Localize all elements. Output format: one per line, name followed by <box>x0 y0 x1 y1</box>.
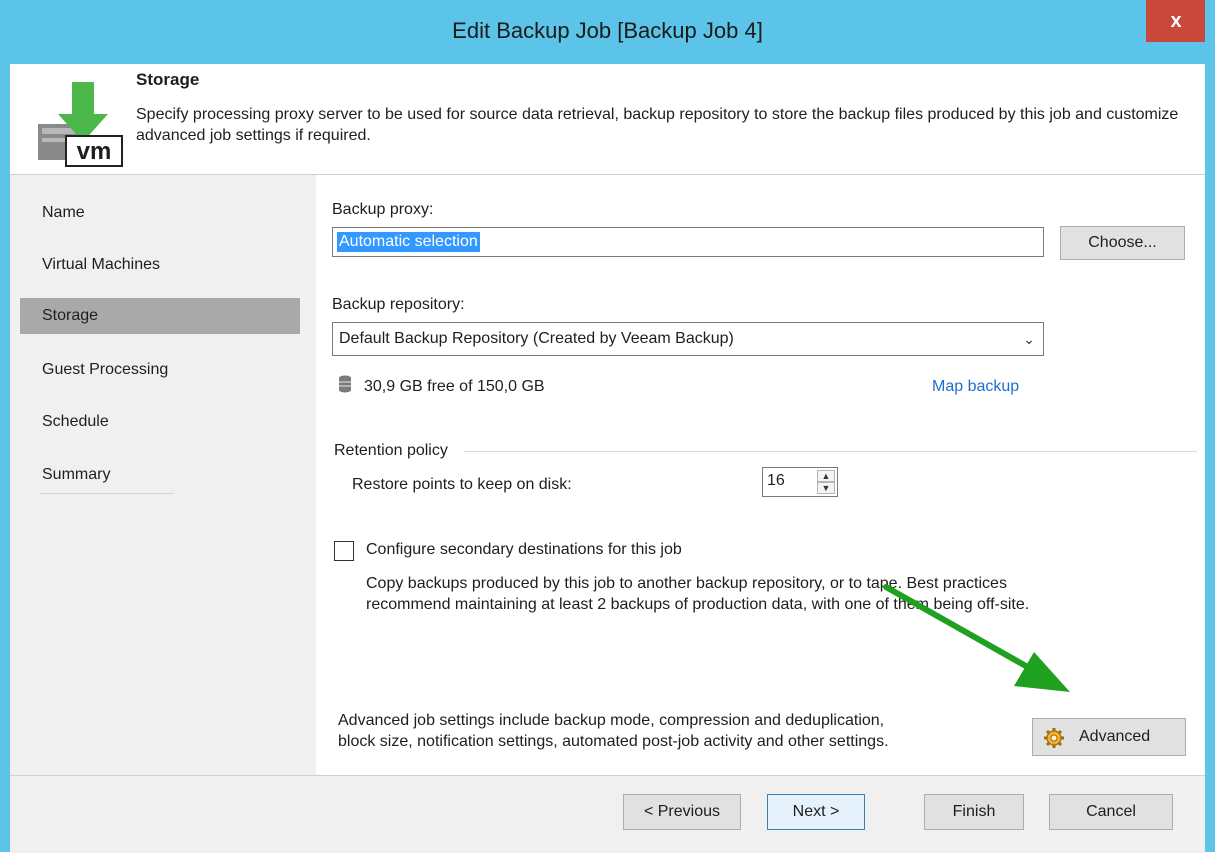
storage-panel: Backup proxy: Automatic selection Choose… <box>316 175 1205 775</box>
retention-group-line <box>464 451 1197 452</box>
vm-download-icon: vm <box>38 82 123 167</box>
title-bar[interactable]: Edit Backup Job [Backup Job 4] x <box>0 0 1215 64</box>
svg-text:vm: vm <box>77 138 112 165</box>
restore-points-value: 16 <box>767 472 785 489</box>
advanced-button-label: Advanced <box>1079 728 1151 745</box>
step-schedule[interactable]: Schedule <box>30 404 300 440</box>
wizard-steps: Name Virtual Machines Storage Guest Proc… <box>10 175 300 775</box>
wizard-header: vm Storage Specify processing proxy serv… <box>10 64 1205 175</box>
secondary-destinations-description: Copy backups produced by this job to ano… <box>366 573 1029 615</box>
advanced-settings-description: Advanced job settings include backup mod… <box>338 710 889 752</box>
window-border-right <box>1205 0 1215 852</box>
dialog-window: Edit Backup Job [Backup Job 4] x vm Stor… <box>0 0 1215 853</box>
previous-button[interactable]: < Previous <box>623 794 741 830</box>
secondary-destinations-label[interactable]: Configure secondary destinations for thi… <box>366 541 682 559</box>
chevron-down-icon: ⌄ <box>1023 331 1035 347</box>
repository-free-space: 30,9 GB free of 150,0 GB <box>364 378 545 395</box>
step-storage[interactable]: Storage <box>20 298 300 334</box>
restore-points-stepper[interactable]: 16 ▲ ▼ <box>762 467 838 497</box>
stepper-up-icon[interactable]: ▲ <box>817 470 835 482</box>
backup-repository-select[interactable]: Default Backup Repository (Created by Ve… <box>332 322 1044 356</box>
choose-proxy-button[interactable]: Choose... <box>1060 226 1185 260</box>
advanced-desc-line-1: Advanced job settings include backup mod… <box>338 712 885 729</box>
database-icon <box>339 375 351 393</box>
header-title: Storage <box>136 70 200 89</box>
next-button[interactable]: Next > <box>767 794 865 830</box>
wizard-footer: < Previous Next > Finish Cancel <box>10 775 1205 853</box>
step-virtual-machines[interactable]: Virtual Machines <box>30 247 300 283</box>
header-description: Specify processing proxy server to be us… <box>136 106 1179 144</box>
retention-policy-label: Retention policy <box>334 442 448 459</box>
step-guest-processing[interactable]: Guest Processing <box>30 352 300 388</box>
finish-button[interactable]: Finish <box>924 794 1024 830</box>
backup-proxy-label: Backup proxy: <box>332 201 434 218</box>
advanced-button[interactable]: Advanced <box>1032 718 1186 756</box>
cancel-button[interactable]: Cancel <box>1049 794 1173 830</box>
close-button[interactable]: x <box>1146 0 1206 42</box>
stepper-buttons: ▲ ▼ <box>817 470 835 494</box>
step-name[interactable]: Name <box>30 195 300 231</box>
backup-repository-label: Backup repository: <box>332 296 465 313</box>
backup-repository-value: Default Backup Repository (Created by Ve… <box>339 330 734 347</box>
secondary-destinations-checkbox[interactable] <box>334 541 354 561</box>
gear-icon <box>1044 728 1064 748</box>
stepper-down-icon[interactable]: ▼ <box>817 482 835 494</box>
restore-points-label: Restore points to keep on disk: <box>352 476 572 493</box>
backup-proxy-field[interactable]: Automatic selection <box>332 227 1044 257</box>
nav-divider <box>40 493 174 494</box>
backup-proxy-value: Automatic selection <box>337 232 480 252</box>
window-border-left <box>0 0 10 852</box>
window-title: Edit Backup Job [Backup Job 4] <box>452 18 763 43</box>
secondary-desc-line-1: Copy backups produced by this job to ano… <box>366 575 1007 592</box>
step-summary[interactable]: Summary <box>30 457 300 493</box>
secondary-desc-line-2: recommend maintaining at least 2 backups… <box>366 596 1030 613</box>
advanced-desc-line-2: block size, notification settings, autom… <box>338 733 889 750</box>
map-backup-link[interactable]: Map backup <box>932 378 1019 396</box>
